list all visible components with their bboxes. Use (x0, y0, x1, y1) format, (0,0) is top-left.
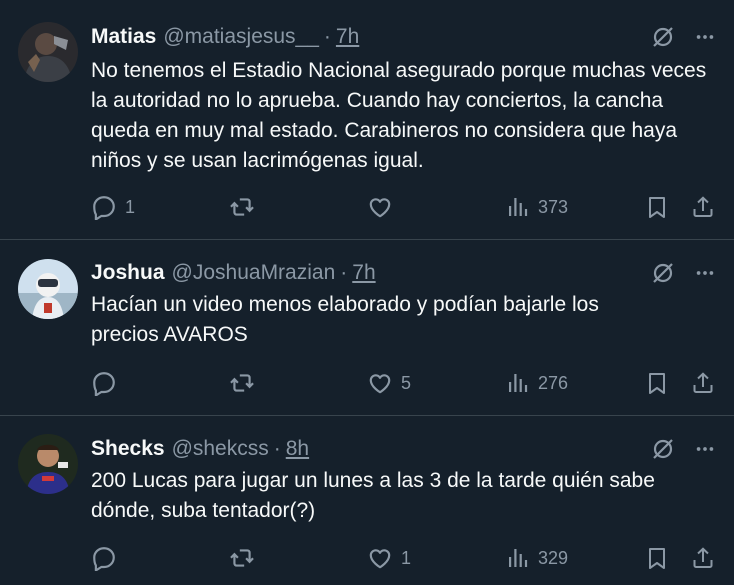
bookmark-icon (649, 373, 665, 394)
grok-icon (652, 438, 674, 460)
grok-button[interactable] (646, 20, 680, 54)
timestamp-link[interactable]: 8h (286, 437, 309, 461)
user-handle[interactable]: @shekcss (172, 437, 269, 461)
like-icon (369, 374, 391, 394)
reply-button[interactable]: 1 (91, 192, 135, 222)
view-count: 329 (538, 547, 569, 568)
tweet-matias[interactable]: Matias @matiasjesus__ · 7h No tenemos el… (0, 0, 734, 240)
more-icon (696, 447, 714, 451)
views-button[interactable]: 276 (506, 368, 568, 398)
like-count: 1 (401, 547, 412, 568)
tweet-text: Hacían un video menos elaborado y podían… (91, 293, 599, 346)
like-icon (369, 549, 391, 569)
tweet-header: Shecks @shekcss · 8h (91, 435, 309, 463)
display-name[interactable]: Matias (91, 25, 156, 49)
tweet-text: No tenemos el Estadio Nacional asegurado… (91, 59, 707, 172)
like-count: 5 (401, 372, 412, 393)
tweet-text: 200 Lucas para jugar un lunes a las 3 de… (91, 469, 655, 522)
views-button[interactable]: 329 (506, 543, 568, 573)
repost-button[interactable] (229, 192, 255, 222)
tweet-header: Matias @matiasjesus__ · 7h (91, 23, 359, 51)
views-icon (509, 198, 528, 216)
avatar[interactable] (18, 434, 78, 494)
grok-button[interactable] (646, 432, 680, 466)
avatar[interactable] (18, 259, 78, 319)
grok-icon (652, 26, 674, 48)
more-options-button[interactable] (688, 256, 722, 290)
share-icon (693, 372, 713, 393)
reply-button[interactable] (91, 543, 117, 573)
share-icon (693, 547, 713, 568)
user-handle[interactable]: @matiasjesus__ (163, 25, 319, 49)
timestamp-link[interactable]: 7h (336, 25, 359, 49)
avatar[interactable] (18, 22, 78, 82)
like-button[interactable]: 5 (367, 368, 411, 398)
view-count: 373 (538, 196, 569, 217)
reply-icon (93, 372, 115, 396)
separator-dot: · (273, 437, 281, 460)
more-icon (696, 271, 714, 275)
like-button[interactable]: 1 (367, 543, 411, 573)
display-name[interactable]: Shecks (91, 437, 165, 461)
repost-icon (229, 549, 255, 567)
share-button[interactable] (691, 543, 715, 573)
tweet-shecks[interactable]: Shecks @shekcss · 8h 200 Lucas para juga… (0, 416, 734, 585)
bookmark-icon (649, 548, 665, 569)
display-name[interactable]: Joshua (91, 261, 165, 285)
bookmark-button[interactable] (645, 543, 669, 573)
view-count: 276 (538, 372, 569, 393)
repost-icon (229, 374, 255, 392)
separator-dot: · (323, 25, 331, 48)
views-icon (509, 549, 528, 567)
repost-button[interactable] (229, 543, 255, 573)
views-button[interactable]: 373 (506, 192, 568, 222)
user-handle[interactable]: @JoshuaMrazian (172, 261, 336, 285)
timestamp-link[interactable]: 7h (352, 261, 375, 285)
reply-count: 1 (125, 196, 136, 217)
grok-button[interactable] (646, 256, 680, 290)
repost-button[interactable] (229, 368, 255, 398)
tweet-header: Joshua @JoshuaMrazian · 7h (91, 259, 376, 287)
reply-icon (93, 196, 115, 220)
repost-icon (229, 198, 255, 216)
tweet-joshua[interactable]: Joshua @JoshuaMrazian · 7h Hacían un vid… (0, 240, 734, 416)
bookmark-button[interactable] (645, 192, 669, 222)
more-icon (696, 35, 714, 39)
reply-icon (93, 547, 115, 571)
share-button[interactable] (691, 192, 715, 222)
share-icon (693, 196, 713, 217)
more-options-button[interactable] (688, 20, 722, 54)
like-icon (369, 198, 391, 218)
bookmark-icon (649, 197, 665, 218)
share-button[interactable] (691, 368, 715, 398)
like-button[interactable] (367, 192, 393, 222)
views-icon (509, 374, 528, 392)
reply-feed: Matias @matiasjesus__ · 7h No tenemos el… (0, 0, 734, 585)
bookmark-button[interactable] (645, 368, 669, 398)
grok-icon (652, 262, 674, 284)
separator-dot: · (340, 261, 348, 284)
reply-button[interactable] (91, 368, 117, 398)
more-options-button[interactable] (688, 432, 722, 466)
